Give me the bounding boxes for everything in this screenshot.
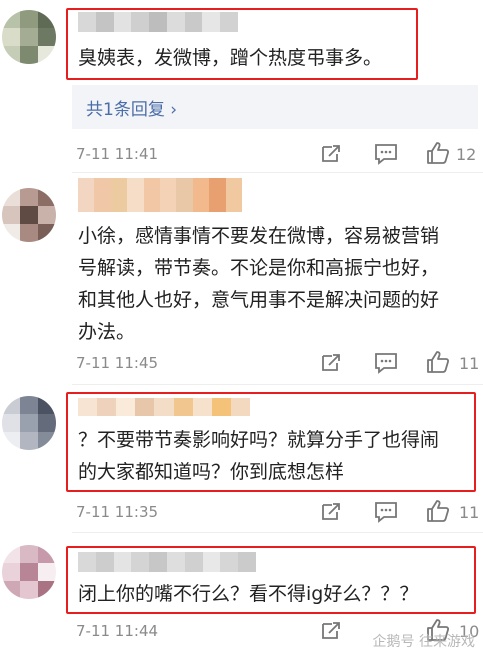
commenter-avatar[interactable]: [2, 545, 56, 599]
like-count: 11: [459, 354, 480, 373]
avatar-mosaic-cell: [38, 206, 56, 224]
avatar-mosaic-cell: [38, 224, 56, 242]
share-icon[interactable]: [320, 351, 342, 377]
avatar-mosaic-cell: [38, 46, 56, 64]
commenter-avatar[interactable]: [2, 188, 56, 242]
avatar-mosaic-cell: [2, 46, 20, 64]
avatar-mosaic-cell: [20, 581, 38, 599]
thumbs-up-icon[interactable]: [426, 499, 450, 527]
avatar-mosaic-cell: [20, 10, 38, 28]
name-mosaic-cell: [160, 178, 177, 212]
watermark: 企鹅号 往来游戏: [372, 634, 475, 650]
comment-text: ？不要带节奏影响好吗？就算分手了也得闹 的大家都知道吗？你到底想怎样: [78, 429, 440, 483]
share-icon[interactable]: [320, 619, 342, 645]
avatar-mosaic-cell: [38, 545, 56, 563]
avatar-mosaic-cell: [38, 396, 56, 414]
name-mosaic-cell: [143, 178, 161, 212]
name-mosaic-cell: [176, 178, 193, 212]
avatar-mosaic-cell: [2, 28, 20, 46]
divider: [72, 532, 483, 533]
avatar-mosaic-cell: [20, 396, 38, 414]
commenter-name[interactable]: [78, 178, 243, 212]
avatar-mosaic-cell: [20, 206, 38, 224]
avatar-mosaic-cell: [38, 563, 56, 581]
name-mosaic-cell: [78, 178, 95, 212]
name-mosaic-cell: [225, 178, 243, 212]
name-mosaic-cell: [127, 178, 144, 212]
avatar-mosaic-cell: [20, 46, 38, 64]
avatar-mosaic-cell: [38, 581, 56, 599]
like-count: 11: [459, 503, 480, 522]
divider: [72, 172, 483, 173]
avatar-mosaic-cell: [20, 563, 38, 581]
avatar-mosaic-cell: [20, 28, 38, 46]
avatar-mosaic-cell: [2, 224, 20, 242]
avatar-mosaic-cell: [2, 10, 20, 28]
avatar-mosaic-cell: [38, 28, 56, 46]
avatar-mosaic-cell: [2, 545, 20, 563]
share-icon[interactable]: [320, 142, 342, 168]
avatar-mosaic-cell: [20, 545, 38, 563]
avatar-mosaic-cell: [2, 414, 20, 432]
comment-text: 闭上你的嘴不行么？看不得ig好么？？？: [78, 583, 419, 605]
avatar-mosaic-cell: [2, 188, 20, 206]
name-mosaic-cell: [110, 178, 128, 212]
divider: [72, 384, 483, 385]
comment-time: 7-11 11:41: [76, 145, 159, 163]
thumbs-up-icon[interactable]: [426, 350, 450, 378]
avatar-mosaic-cell: [2, 581, 20, 599]
avatar-mosaic-cell: [2, 563, 20, 581]
name-mosaic-cell: [209, 178, 226, 212]
avatar-mosaic-cell: [38, 414, 56, 432]
avatar-mosaic-cell: [38, 10, 56, 28]
avatar-mosaic-cell: [2, 206, 20, 224]
comment-icon[interactable]: [374, 143, 398, 169]
avatar-mosaic-cell: [20, 188, 38, 206]
reply-count-label[interactable]: 共1条回复 ›: [86, 95, 177, 120]
avatar-mosaic-cell: [2, 396, 20, 414]
name-mosaic-cell: [192, 178, 210, 212]
avatar-mosaic-cell: [2, 432, 20, 450]
avatar-mosaic-cell: [20, 432, 38, 450]
comment-text: 臭姨表，发微博，蹭个热度弔事多。: [78, 47, 383, 69]
name-mosaic-cell: [94, 178, 111, 212]
comment-time: 7-11 11:44: [76, 622, 159, 640]
reply-link[interactable]: 共1条回复 ›: [72, 85, 478, 129]
comment-icon[interactable]: [374, 352, 398, 378]
comment-time: 7-11 11:35: [76, 503, 159, 521]
thumbs-up-icon[interactable]: [426, 141, 450, 169]
avatar-mosaic-cell: [20, 414, 38, 432]
share-icon[interactable]: [320, 500, 342, 526]
comment-text: 小徐，感情事情不要发在微博，容易被营销 号解读，带节奏。不论是你和高振宁也好， …: [78, 225, 440, 343]
avatar-mosaic-cell: [38, 432, 56, 450]
avatar-mosaic-cell: [20, 224, 38, 242]
avatar-mosaic-cell: [38, 188, 56, 206]
comment-time: 7-11 11:45: [76, 354, 159, 372]
commenter-avatar[interactable]: [2, 396, 56, 450]
commenter-avatar[interactable]: [2, 10, 56, 64]
comment-icon[interactable]: [374, 501, 398, 527]
like-count: 12: [456, 145, 477, 164]
